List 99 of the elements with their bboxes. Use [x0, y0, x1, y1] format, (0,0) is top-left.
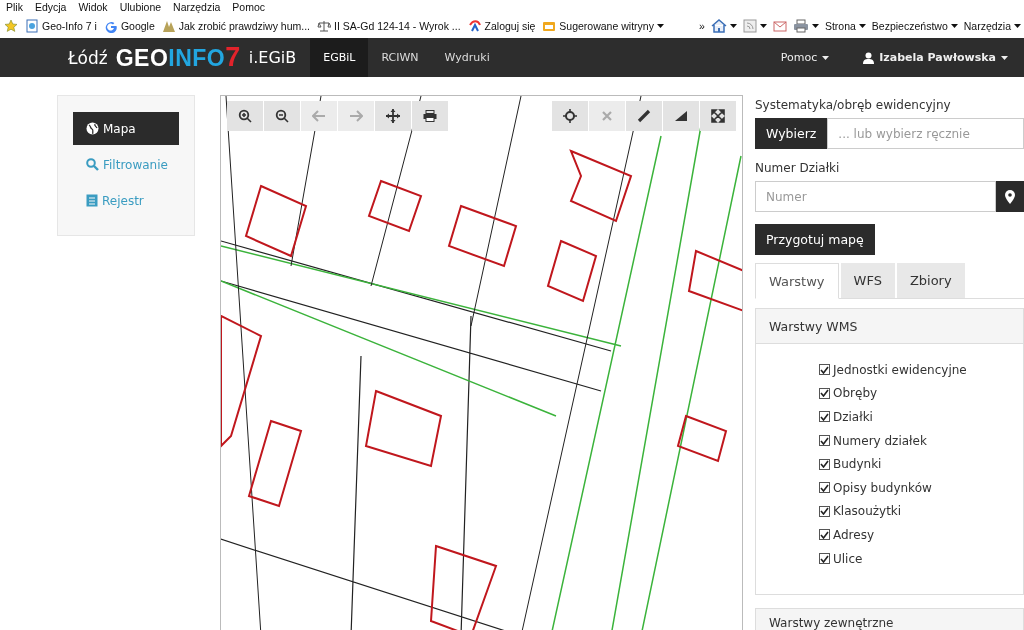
- move-arrows-icon: [386, 109, 400, 123]
- menu-item[interactable]: Edycja: [34, 1, 67, 13]
- mail-icon: [772, 20, 787, 32]
- favorite-link[interactable]: Geo-Info 7 i: [25, 19, 97, 33]
- layer-label: Klasoużytki: [833, 504, 902, 519]
- ruler-icon: [637, 109, 651, 123]
- map-tool-button[interactable]: [552, 101, 588, 131]
- command-menu[interactable]: Bezpieczeństwo: [871, 20, 958, 32]
- print-icon: [792, 19, 809, 33]
- map-tool-button[interactable]: [700, 101, 736, 131]
- command-menu[interactable]: Narzędzia: [963, 20, 1021, 32]
- feed-icon: [742, 19, 757, 33]
- favorite-link[interactable]: Zaloguj się: [467, 19, 536, 33]
- layer-label: Jednostki ewidencyjne: [833, 362, 967, 377]
- precinct-field[interactable]: ... lub wybierz ręcznie: [827, 118, 1024, 149]
- checkbox[interactable]: [819, 435, 830, 447]
- left-arrow-icon: [312, 110, 326, 122]
- zoom-in-icon: [238, 109, 252, 123]
- menu-item[interactable]: Plik: [6, 1, 23, 13]
- layer-label: Budynki: [833, 457, 882, 472]
- scales-icon: [317, 19, 332, 33]
- more-chevron[interactable]: »: [699, 20, 705, 32]
- area-icon: [674, 110, 688, 122]
- parcel-number-field[interactable]: Numer: [755, 181, 996, 212]
- sidebar-item[interactable]: Mapa: [73, 112, 179, 145]
- user-icon: [863, 51, 875, 64]
- menu-item[interactable]: Ulubione: [119, 1, 162, 13]
- favorite-link[interactable]: II SA-Gd 124-14 - Wyrok ...: [317, 19, 461, 33]
- layer-label: Numery działek: [833, 433, 927, 448]
- layer-label: Ulice: [833, 551, 863, 566]
- caret-icon: [811, 24, 819, 28]
- google-g-icon: [103, 19, 118, 33]
- caret-icon: [656, 24, 664, 28]
- user-menu[interactable]: Izabela Pawłowska: [857, 50, 1014, 65]
- menu-item[interactable]: Pomoc: [232, 1, 266, 13]
- checkbox[interactable]: [819, 387, 830, 399]
- checkbox[interactable]: [819, 458, 830, 470]
- checkbox[interactable]: [819, 364, 830, 376]
- app-logo: GEOINFO7: [115, 42, 241, 73]
- checkbox[interactable]: [819, 505, 830, 517]
- prepare-map-button[interactable]: Przygotuj mapę: [755, 224, 875, 255]
- folder-icon: [542, 19, 557, 33]
- map-pin-icon: [1005, 189, 1015, 204]
- caret-icon: [1001, 55, 1008, 60]
- checkbox[interactable]: [819, 411, 830, 423]
- panel-tab[interactable]: WFS: [840, 263, 895, 298]
- map-tool-button[interactable]: [412, 101, 448, 131]
- choose-button[interactable]: Wybierz: [755, 118, 828, 149]
- caret-icon: [950, 24, 958, 28]
- field-label: Numer Działki: [755, 161, 841, 175]
- help-menu[interactable]: Pomoc: [774, 50, 836, 65]
- map-tool-button[interactable]: [663, 101, 699, 131]
- nav-tab[interactable]: EGBiL: [310, 38, 369, 77]
- caret-icon: [759, 24, 767, 28]
- print-icon: [423, 110, 437, 122]
- map-tool-button[interactable]: [227, 101, 263, 131]
- checkbox[interactable]: [819, 482, 830, 494]
- locate-button[interactable]: [996, 181, 1024, 212]
- sketch-icon: [161, 19, 176, 33]
- search-icon: [86, 158, 99, 171]
- globe-icon: [86, 122, 99, 135]
- page-icon: [25, 19, 39, 33]
- field-label: Systematyka/obręb ewidencyjny: [755, 98, 952, 112]
- checkbox[interactable]: [819, 529, 830, 541]
- menu-item[interactable]: Narzędzia: [173, 1, 221, 13]
- layer-label: Opisy budynków: [833, 480, 932, 495]
- favorite-link[interactable]: Jak zrobić prawdziwy hum...: [161, 19, 311, 33]
- map-tool-button[interactable]: [375, 101, 411, 131]
- menu-item[interactable]: Widok: [78, 1, 108, 13]
- favorite-link[interactable]: Google: [103, 19, 155, 33]
- layer-label: Adresy: [833, 527, 875, 542]
- favorite-link[interactable]: Sugerowane witryny: [542, 19, 664, 33]
- panel-tab[interactable]: Warstwy: [755, 263, 839, 299]
- nav-tab[interactable]: RCIWN: [368, 38, 432, 77]
- close-icon: [602, 111, 612, 121]
- fullscreen-icon: [711, 109, 725, 123]
- zoom-out-icon: [275, 109, 289, 123]
- panel-heading: Warstwy zewnętrzne: [769, 616, 894, 630]
- map-tool-button[interactable]: [264, 101, 300, 131]
- arc-figure-icon: [467, 19, 482, 33]
- favorites-star-icon: [4, 19, 18, 33]
- caret-icon: [858, 24, 866, 28]
- map-tool-button[interactable]: [626, 101, 662, 131]
- layer-label: Obręby: [833, 386, 878, 401]
- panel-heading: Warstwy WMS: [769, 318, 858, 334]
- product-name: i.EGiB: [248, 48, 297, 67]
- city-name: Łódź: [68, 47, 108, 68]
- right-arrow-icon: [349, 110, 363, 122]
- crosshair-icon: [563, 109, 577, 123]
- caret-icon: [822, 55, 830, 60]
- layer-label: Działki: [833, 410, 873, 424]
- panel-tab[interactable]: Zbiory: [896, 263, 965, 298]
- caret-icon: [729, 24, 737, 28]
- caret-icon: [1014, 24, 1021, 28]
- command-menu[interactable]: Strona: [824, 20, 866, 32]
- ledger-icon: [86, 194, 98, 207]
- nav-tab[interactable]: Wydruki: [431, 38, 503, 77]
- checkbox[interactable]: [819, 553, 830, 565]
- home-icon: [710, 19, 727, 33]
